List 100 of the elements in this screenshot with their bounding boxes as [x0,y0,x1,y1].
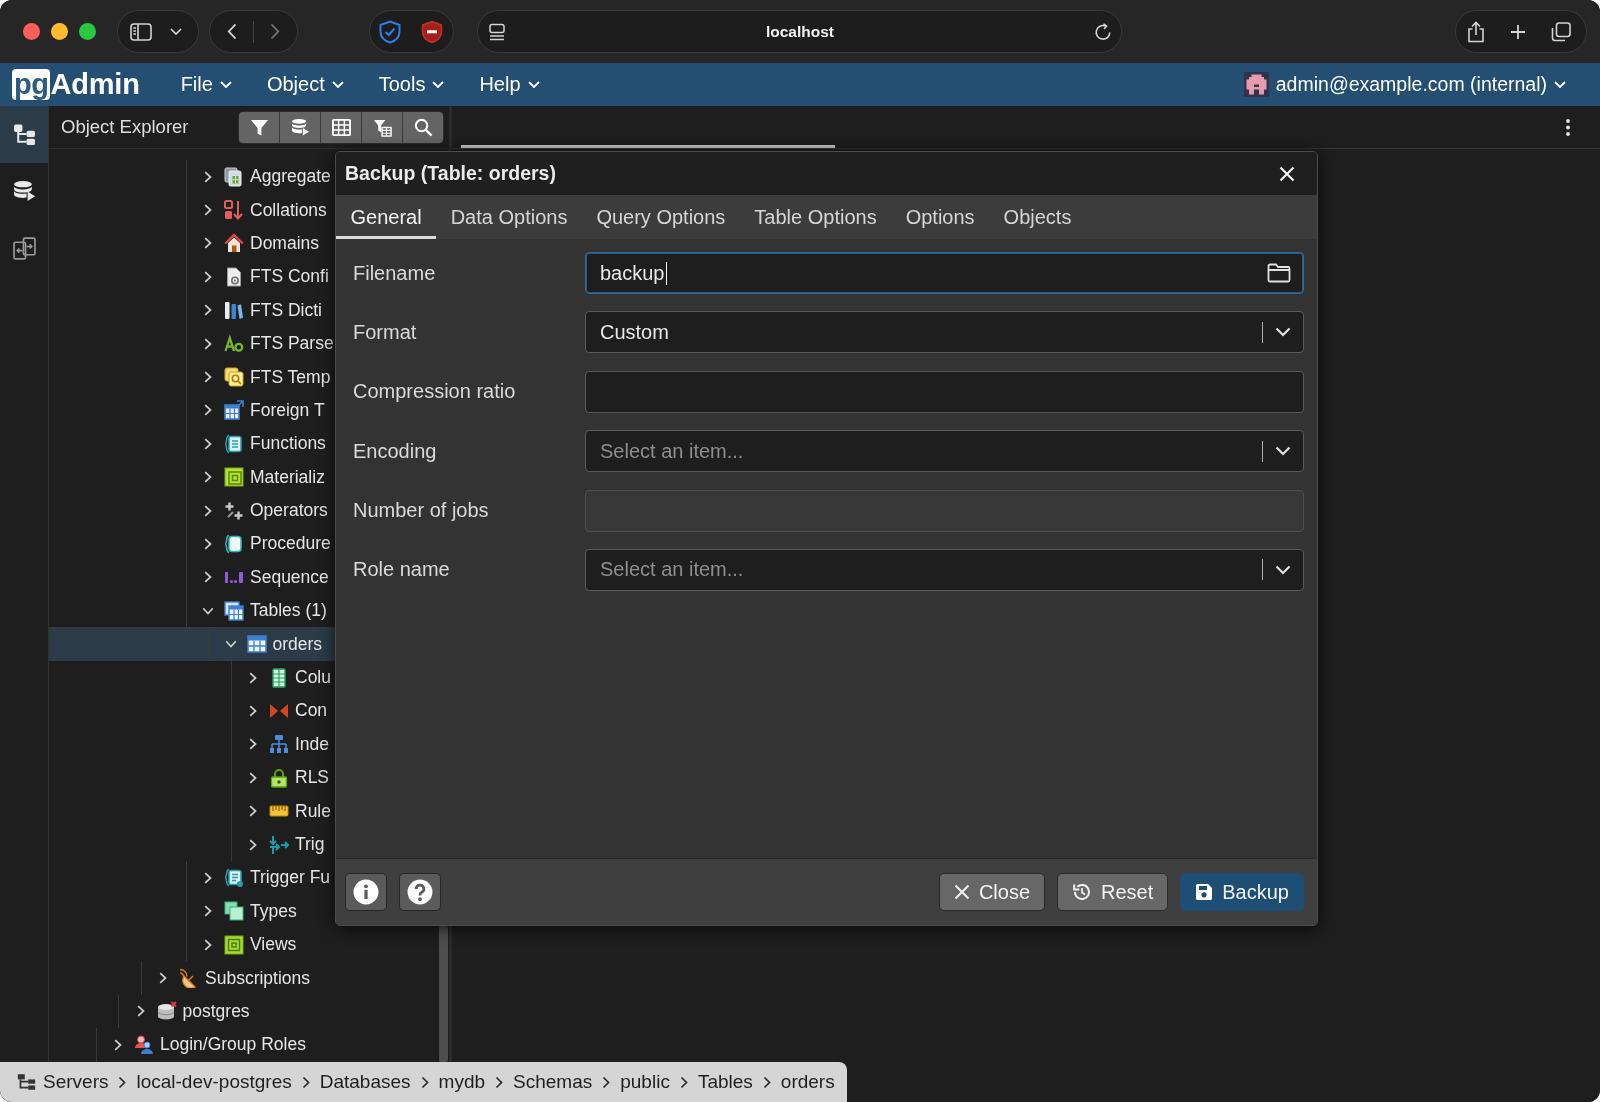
tab[interactable]: General [336,195,437,239]
chevron-right-icon[interactable] [136,1005,145,1018]
chevron-right-icon [762,1075,771,1089]
chevron-right-icon[interactable] [204,471,212,484]
chevron-right-icon[interactable] [204,337,212,350]
more-icon[interactable] [1566,118,1570,136]
address-bar[interactable]: localhost [477,10,1122,53]
filter-button[interactable] [239,111,279,143]
tabs-icon[interactable] [1551,21,1571,42]
chevron-right-icon[interactable] [249,738,257,751]
database-button[interactable] [279,111,320,143]
chevron-right-icon[interactable] [204,237,212,250]
chevron-right-icon[interactable] [204,404,212,417]
grid-button[interactable] [320,111,361,143]
dropdown-field[interactable]: Custom [585,311,1304,354]
chevron-right-icon [301,1075,310,1089]
filter-table-icon [372,117,392,137]
help-button[interactable] [399,873,441,911]
grid-icon [331,117,351,137]
books-icon [224,300,244,321]
breadcrumb-item: mydb [438,1071,486,1093]
close-button[interactable]: Close [938,873,1046,911]
menu-item[interactable]: Tools [378,73,445,96]
text-cursor-icon [665,261,667,285]
input-field[interactable] [585,370,1304,413]
chevron-right-icon[interactable] [204,204,212,217]
compare-icon [12,237,36,260]
minimize-window-button[interactable] [51,23,68,40]
chevron-right-icon [118,1075,127,1089]
help-icon [407,879,433,905]
chevron-right-icon[interactable] [249,805,257,818]
reload-icon[interactable] [1094,22,1112,41]
chevron-right-icon[interactable] [204,905,212,918]
field-label: Compression ratio [353,380,517,404]
search-button[interactable] [402,111,443,143]
chevron-right-icon[interactable] [159,972,167,985]
chevron-right-icon[interactable] [114,1038,122,1051]
user-menu[interactable]: admin@example.com (internal) [1243,72,1566,97]
caret-down-icon [1554,81,1566,88]
chevron-down-icon[interactable] [202,606,214,615]
folder-icon[interactable] [1267,263,1291,283]
tree-item[interactable]: orders [49,627,335,661]
sidebar-icon[interactable] [130,22,152,41]
braces-gear-icon [224,867,244,888]
menu-item[interactable]: Help [479,73,540,96]
dropdown-field[interactable]: Select an item... [585,548,1304,591]
reset-button[interactable]: Reset [1057,873,1169,911]
shield-icon[interactable] [421,19,443,44]
close-icon [1279,165,1295,182]
chevron-down-icon[interactable] [170,28,182,35]
back-icon[interactable] [227,23,237,40]
caret-down-icon [331,81,344,88]
forward-icon[interactable] [270,23,280,40]
share-icon[interactable] [1467,20,1485,43]
menu-item[interactable]: File [180,73,232,96]
scrollbar-thumb[interactable] [439,926,448,1062]
dropdown-field[interactable]: Select an item... [585,430,1304,473]
page-icon[interactable] [488,22,506,41]
chevron-down-icon [1275,446,1291,457]
filter-icon [249,117,269,137]
plus-icon[interactable] [1510,23,1526,40]
menu-item[interactable]: Object [266,73,344,96]
tab[interactable]: Objects [989,195,1086,239]
breadcrumb-item: Servers [43,1071,109,1093]
chevron-right-icon[interactable] [204,170,212,183]
chevron-right-icon[interactable] [249,704,257,717]
breadcrumb-item: Schemas [513,1071,593,1093]
chevron-right-icon[interactable] [204,437,212,450]
panel-tab[interactable] [0,106,48,163]
chevron-right-icon [602,1075,611,1089]
chevron-right-icon[interactable] [249,771,257,784]
backup-button[interactable]: Backup [1180,873,1304,911]
caret-down-icon [432,81,445,88]
tab[interactable]: Table Options [739,195,892,239]
chevron-right-icon[interactable] [249,838,257,851]
caret-down-icon [527,81,540,88]
plus-signs-icon [224,500,244,521]
tab[interactable]: Data Options [436,195,582,239]
chevron-right-icon[interactable] [249,671,257,684]
shield-check-icon[interactable] [379,19,401,44]
close-window-button[interactable] [23,23,40,40]
chevron-right-icon[interactable] [204,571,212,584]
chevron-right-icon[interactable] [204,304,212,317]
tab[interactable]: Query Options [581,195,740,239]
filter-table-button[interactable] [361,111,402,143]
nested-squares-icon [224,934,244,955]
table-arrow-icon [224,400,244,421]
chevron-right-icon[interactable] [204,504,212,517]
tab[interactable]: Options [891,195,990,239]
chevron-right-icon[interactable] [204,371,212,384]
zoom-window-button[interactable] [79,23,96,40]
file-input-field[interactable]: backup [585,252,1304,294]
chevron-down-icon[interactable] [224,640,237,649]
chevron-right-icon[interactable] [204,538,212,550]
nested-squares-icon [224,467,244,488]
chevron-right-icon[interactable] [204,938,212,951]
chevron-right-icon[interactable] [204,871,212,884]
info-button[interactable] [345,873,387,911]
document-gear-icon [224,266,244,287]
chevron-right-icon[interactable] [204,270,212,283]
